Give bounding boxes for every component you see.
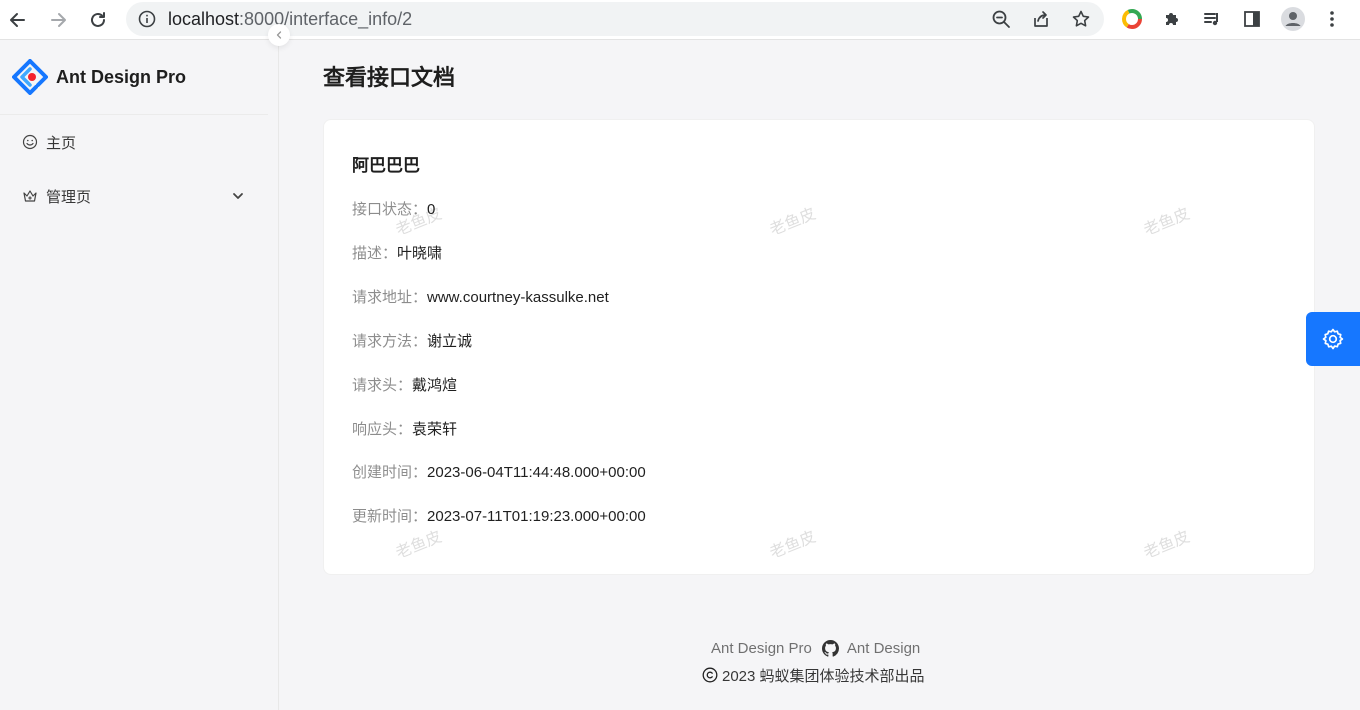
browser-menu-icon[interactable] (1319, 6, 1345, 32)
forward-button[interactable] (44, 6, 72, 34)
sidebar: Ant Design Pro 主页 管理页 (0, 41, 279, 710)
settings-drawer-button[interactable] (1306, 312, 1360, 366)
site-info-icon[interactable] (136, 8, 158, 30)
side-panel-icon[interactable] (1239, 6, 1265, 32)
field-created-time: 创建时间：2023-06-04T11:44:48.000+00:00 (352, 464, 646, 481)
gear-icon (1322, 328, 1344, 350)
field-request-header: 请求头：戴鸿煊 (352, 377, 458, 394)
watermark: 老鱼皮 (767, 205, 819, 240)
footer-link-ant-design[interactable]: Ant Design (847, 640, 920, 657)
field-method: 请求方法：谢立诚 (352, 333, 473, 350)
sidebar-item-label: 管理页 (46, 188, 92, 206)
sidebar-item-home[interactable]: 主页 (0, 122, 268, 162)
page-title: 查看接口文档 (323, 65, 456, 90)
bookmark-star-icon[interactable] (1070, 8, 1092, 30)
sidebar-divider (0, 114, 268, 115)
sidebar-item-label: 主页 (46, 134, 77, 152)
watermark: 老鱼皮 (1141, 528, 1193, 563)
card-title: 阿巴巴巴 (352, 156, 420, 175)
field-updated-time: 更新时间：2023-07-11T01:19:23.000+00:00 (352, 508, 646, 525)
sidebar-collapse-button[interactable] (268, 24, 290, 46)
footer-links: Ant Design Pro Ant Design (711, 638, 920, 658)
copyright: 2023 蚂蚁集团体验技术部出品 (702, 664, 925, 686)
field-description: 描述：叶晓啸 (352, 245, 443, 262)
zoom-icon[interactable] (990, 8, 1012, 30)
github-icon[interactable] (821, 639, 839, 657)
share-icon[interactable] (1030, 8, 1052, 30)
profile-avatar-icon[interactable] (1280, 6, 1306, 32)
footer-link-ant-design-pro[interactable]: Ant Design Pro (711, 640, 812, 657)
smile-icon (22, 134, 38, 150)
field-url: 请求地址：www.courtney-kassulke.net (352, 289, 609, 306)
chevron-left-icon (276, 31, 282, 39)
arrow-right-icon (51, 13, 66, 27)
logo-title: Ant Design Pro (56, 66, 187, 87)
copyright-icon (702, 667, 718, 683)
media-queue-icon[interactable] (1199, 6, 1225, 32)
reload-button[interactable] (84, 6, 112, 34)
interface-info-card: 阿巴巴巴 接口状态：0 描述：叶晓啸 请求地址：www.courtney-kas… (323, 119, 1315, 575)
address-url: localhost:8000/interface_info/2 (168, 9, 413, 29)
back-button[interactable] (4, 6, 32, 34)
field-response-header: 响应头：袁荣轩 (352, 421, 458, 438)
field-status: 接口状态：0 (352, 201, 436, 218)
chevron-down-icon (230, 188, 246, 204)
extensions-puzzle-icon[interactable] (1159, 6, 1185, 32)
extension-color-icon[interactable] (1119, 6, 1145, 32)
copyright-text: 2023 蚂蚁集团体验技术部出品 (722, 667, 925, 685)
logo[interactable]: Ant Design Pro (12, 59, 186, 95)
arrow-left-icon (10, 13, 25, 27)
crown-icon (22, 188, 38, 204)
watermark: 老鱼皮 (1141, 205, 1193, 240)
watermark: 老鱼皮 (393, 528, 445, 563)
watermark: 老鱼皮 (767, 528, 819, 563)
reload-icon (91, 12, 105, 27)
browser-toolbar: localhost:8000/interface_info/2 (0, 0, 1360, 40)
sidebar-item-admin[interactable]: 管理页 (0, 176, 268, 216)
ant-design-logo-icon (12, 59, 48, 95)
